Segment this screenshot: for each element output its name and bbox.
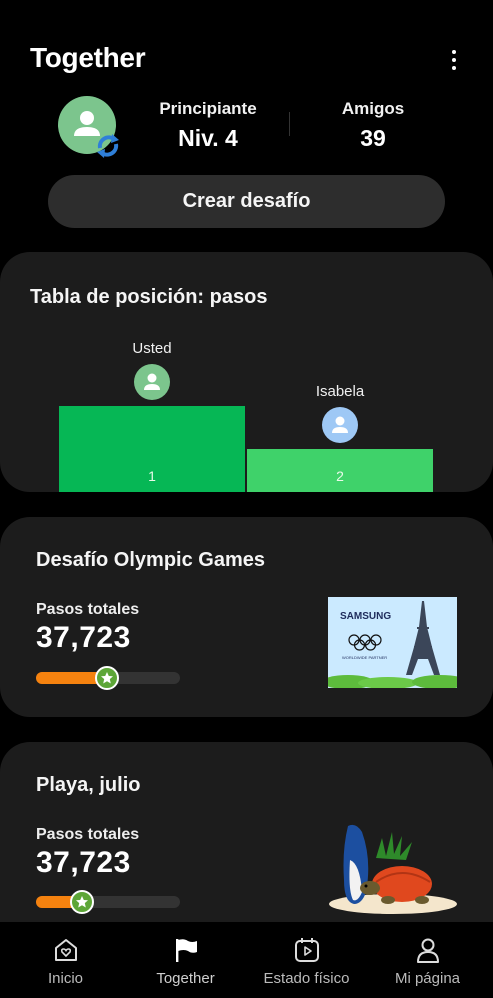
calendar-play-icon [294,938,319,962]
olympic-challenge-image: SAMSUNG WORLDWIDE PARTNER [328,597,457,688]
podium-name-first: Usted [132,340,172,357]
profile-header: Together Principiante Niv. 4 Amigos 39 C… [0,0,493,250]
nav-item-estado-fisico[interactable]: Estado físico [245,922,368,998]
olympic-eiffel-illustration: SAMSUNG WORLDWIDE PARTNER [328,597,457,688]
samsung-logo-text: SAMSUNG [340,611,391,622]
challenge-title-beach: Playa, julio [36,774,141,796]
friends-label: Amigos [341,99,405,118]
podium-avatar-first [134,364,170,400]
podium-bar-second: 2 [247,449,433,492]
create-challenge-button[interactable]: Crear desafío [48,175,445,228]
progress-knob-beach [70,890,94,914]
star-icon [76,896,88,908]
star-icon [101,672,113,684]
nav-label-inicio: Inicio [47,970,84,987]
metric-value-beach: 37,723 [36,846,131,879]
podium-name-second: Isabela [315,383,365,400]
more-dot [452,50,456,54]
bottom-navigation: Inicio Together Estado físico Mi página [0,922,493,998]
podium-bar-first: 1 [59,406,245,492]
person-icon [416,938,439,963]
more-options-button[interactable] [440,44,468,76]
nav-label-mi-pagina: Mi página [394,970,461,987]
person-icon [332,416,348,433]
level-label: Principiante [159,99,257,118]
partner-text: WORLDWIDE PARTNER [342,655,387,660]
sync-icon[interactable] [94,132,122,160]
person-icon [144,373,160,390]
nav-item-together[interactable]: Together [124,922,247,998]
nav-item-inicio[interactable]: Inicio [4,922,127,998]
friends-value: 39 [360,125,386,151]
home-heart-icon [54,939,77,961]
metric-label-olympic: Pasos totales [36,601,140,618]
turtle-beach-illustration [329,824,457,914]
friends-stat[interactable]: Amigos 39 [318,99,428,152]
challenge-title-olympic: Desafío Olympic Games [36,549,265,571]
stat-divider [289,112,290,136]
progress-knob-olympic [95,666,119,690]
nav-label-together: Together [156,970,215,987]
page-title: Together [30,42,146,73]
nav-item-mi-pagina[interactable]: Mi página [366,922,489,998]
leaderboard-card[interactable]: Tabla de posición: pasos Usted 1 Isabela… [0,252,493,492]
level-value: Niv. 4 [178,125,238,151]
leaderboard-title: Tabla de posición: pasos [30,286,268,308]
metric-value-olympic: 37,723 [36,621,131,654]
podium-avatar-second [322,407,358,443]
more-dot [452,58,456,62]
metric-label-beach: Pasos totales [36,826,140,843]
flag-icon [175,939,197,962]
level-stat[interactable]: Principiante Niv. 4 [148,99,268,152]
more-dot [452,66,456,70]
nav-label-estado-fisico: Estado físico [263,970,350,987]
